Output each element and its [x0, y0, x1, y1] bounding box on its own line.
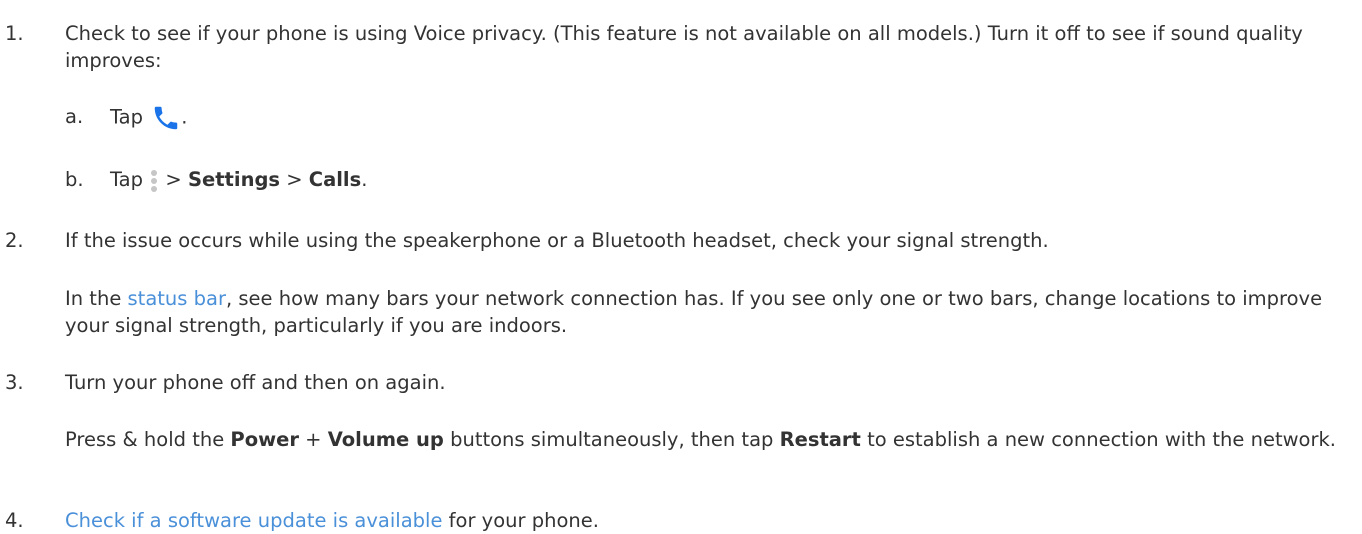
step-number: 2. — [5, 229, 24, 252]
step-detail: Press & hold the Power + Volume up butto… — [65, 428, 1336, 451]
settings-label: Settings — [187, 168, 281, 191]
substep-number: b. — [65, 168, 84, 191]
step-text: Turn your phone off and then on again. — [65, 371, 446, 394]
substep-text: Tap . — [110, 103, 187, 133]
step-number: 3. — [5, 371, 24, 394]
phone-icon — [151, 103, 181, 133]
volume-up-label: Volume up — [327, 428, 444, 451]
step-text: If the issue occurs while using the spea… — [65, 229, 1049, 252]
substep-text: Tap > Settings > Calls. — [110, 166, 367, 194]
troubleshooting-steps: 1. Check to see if your phone is using V… — [0, 0, 1362, 532]
software-update-link[interactable]: Check if a software update is available — [65, 509, 442, 532]
calls-label: Calls — [308, 168, 362, 191]
more-vert-icon — [149, 168, 159, 194]
step-text: Check if a software update is available … — [65, 509, 599, 532]
restart-label: Restart — [779, 428, 861, 451]
step-detail: In the status bar, see how many bars you… — [65, 287, 1323, 337]
step-number: 1. — [5, 22, 24, 45]
status-bar-link[interactable]: status bar — [128, 287, 226, 310]
power-label: Power — [230, 428, 299, 451]
step-number: 4. — [5, 509, 24, 532]
substep-number: a. — [65, 105, 84, 128]
step-text: Check to see if your phone is using Voic… — [65, 22, 1303, 72]
